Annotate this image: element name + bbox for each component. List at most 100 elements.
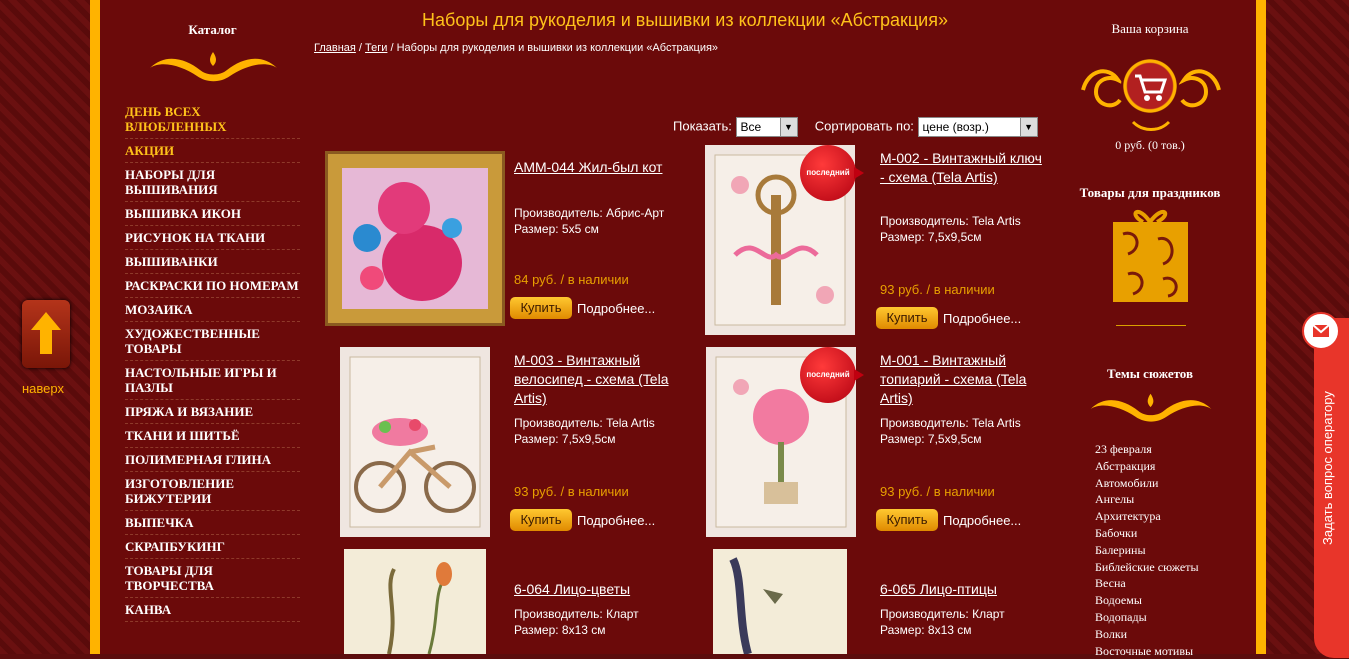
topic-item[interactable]: Весна	[1095, 575, 1199, 592]
birds-picture-icon	[729, 557, 783, 656]
topic-item[interactable]: Водопады	[1095, 609, 1199, 626]
topic-item[interactable]: Балерины	[1095, 542, 1199, 559]
sort-label: Сортировать по:	[814, 118, 914, 134]
topic-item[interactable]: Архитектура	[1095, 508, 1199, 525]
more-link[interactable]: Подробнее...	[943, 513, 1021, 528]
product-title[interactable]: M-003 - Винтажный велосипед - схема (Tel…	[514, 351, 679, 408]
product-price: 93 руб. / в наличии	[880, 484, 995, 499]
more-link[interactable]: Подробнее...	[943, 311, 1021, 326]
topics-title: Темы сюжетов	[1106, 366, 1194, 381]
product-title[interactable]: 6-064 Лицо-цветы	[514, 580, 679, 599]
gift-ornament-icon[interactable]	[1113, 204, 1188, 302]
more-link[interactable]: Подробнее...	[577, 301, 655, 316]
catalog-item[interactable]: НАСТОЛЬНЫЕ ИГРЫ И ПАЗЛЫ	[125, 361, 300, 400]
product-title[interactable]: M-001 - Винтажный топиарий - схема (Tela…	[880, 351, 1045, 408]
breadcrumb: Главная / Теги / Наборы для рукоделия и …	[314, 42, 718, 54]
catalog-menu: ДЕНЬ ВСЕХ ВЛЮБЛЕННЫХ АКЦИИ НАБОРЫ ДЛЯ ВЫШИ…	[125, 100, 300, 622]
last-item-badge: последний	[800, 145, 864, 201]
product-size: Размер: 7,5х9,5см	[514, 432, 616, 446]
product-title[interactable]: M-002 - Винтажный ключ - схема (Tela Art…	[880, 149, 1045, 187]
breadcrumb-current: Наборы для рукоделия и вышивки из коллек…	[396, 42, 719, 54]
sort-select[interactable]: цене (возр.) ▼	[917, 117, 1038, 137]
topic-item[interactable]: Ангелы	[1095, 491, 1199, 508]
product-size: Размер: 7,5х9,5см	[880, 230, 982, 244]
catalog-item[interactable]: КАНВА	[125, 598, 300, 622]
ornament-icon	[1090, 393, 1212, 422]
product-info: Производитель: Tela Artis Размер: 7,5х9,…	[514, 415, 674, 447]
topic-item[interactable]: Водоемы	[1095, 592, 1199, 609]
topic-item[interactable]: Абстракция	[1095, 458, 1199, 475]
chevron-down-icon: ▼	[1019, 118, 1037, 136]
product-price: 84 руб. / в наличии	[514, 272, 629, 287]
holiday-title: Товары для праздников	[1079, 185, 1221, 200]
product-info: Производитель: Абрис-Арт Размер: 5х5 см	[514, 205, 674, 237]
product-info: Производитель: Tela Artis Размер: 7,5х9,…	[880, 213, 1040, 245]
last-item-badge: последний	[800, 347, 864, 403]
catalog-item[interactable]: ДЕНЬ ВСЕХ ВЛЮБЛЕННЫХ	[125, 100, 300, 139]
topic-item[interactable]: Восточные мотивы	[1095, 643, 1199, 659]
catalog-item[interactable]: НАБОРЫ ДЛЯ ВЫШИВАНИЯ	[125, 163, 300, 202]
catalog-item[interactable]: АКЦИИ	[125, 139, 300, 163]
topic-item[interactable]: Библейские сюжеты	[1095, 559, 1199, 576]
catalog-item[interactable]: ТОВАРЫ ДЛЯ ТВОРЧЕСТВА	[125, 559, 300, 598]
scroll-up-button[interactable]	[22, 300, 70, 368]
topic-item[interactable]: Автомобили	[1095, 475, 1199, 492]
catalog-item[interactable]: РИСУНОК НА ТКАНИ	[125, 226, 300, 250]
product-maker: Производитель: Tela Artis	[880, 416, 1021, 430]
catalog-item[interactable]: ВЫПЕЧКА	[125, 511, 300, 535]
product-size: Размер: 7,5х9,5см	[880, 432, 982, 446]
catalog-item[interactable]: ПОЛИМЕРНАЯ ГЛИНА	[125, 448, 300, 472]
cart-summary[interactable]: 0 руб. (0 тов.)	[1075, 138, 1225, 153]
breadcrumb-tags[interactable]: Теги	[365, 42, 387, 54]
scroll-up-label[interactable]: наверх	[22, 381, 64, 396]
cart-title: Ваша корзина	[1111, 21, 1189, 36]
page-title: Наборы для рукоделия и вышивки из коллек…	[422, 10, 948, 30]
buy-button[interactable]: Купить	[876, 509, 938, 531]
catalog-item[interactable]: МОЗАИКА	[125, 298, 300, 322]
show-select[interactable]: Все ▼	[735, 117, 798, 137]
product-size: Размер: 8х13 см	[880, 623, 972, 637]
topic-item[interactable]: 23 февраля	[1095, 441, 1199, 458]
divider	[1116, 325, 1186, 326]
cart-button[interactable]	[1121, 57, 1179, 115]
breadcrumb-home[interactable]: Главная	[314, 42, 356, 54]
catalog-item[interactable]: ВЫШИВКА ИКОН	[125, 202, 300, 226]
shopping-cart-icon	[1135, 74, 1168, 101]
product-image[interactable]	[344, 549, 486, 655]
product-maker: Производитель: Tela Artis	[880, 214, 1021, 228]
product-maker: Производитель: Tela Artis	[514, 416, 655, 430]
show-value: Все	[740, 120, 762, 134]
product-maker: Производитель: Кларт	[514, 607, 639, 621]
up-arrow-icon	[31, 312, 61, 354]
ask-operator-label[interactable]: Задать вопрос оператору	[1320, 391, 1335, 545]
buy-button[interactable]: Купить	[510, 509, 572, 531]
product-maker: Производитель: Абрис-Арт	[514, 206, 665, 220]
mail-icon[interactable]	[1302, 312, 1340, 350]
buy-button[interactable]: Купить	[510, 297, 572, 319]
topic-item[interactable]: Волки	[1095, 626, 1199, 643]
catalog-item[interactable]: РАСКРАСКИ ПО НОМЕРАМ	[125, 274, 300, 298]
topic-item[interactable]: Бабочки	[1095, 525, 1199, 542]
product-size: Размер: 5х5 см	[514, 222, 599, 236]
buy-button[interactable]: Купить	[876, 307, 938, 329]
catalog-item[interactable]: ТКАНИ И ШИТЬЁ	[125, 424, 300, 448]
catalog-title: Каталог	[188, 22, 237, 37]
more-link[interactable]: Подробнее...	[577, 513, 655, 528]
chevron-down-icon: ▼	[779, 118, 797, 136]
product-image[interactable]	[713, 549, 847, 656]
catalog-item[interactable]: ВЫШИВАНКИ	[125, 250, 300, 274]
catalog-item[interactable]: СКРАПБУКИНГ	[125, 535, 300, 559]
product-size: Размер: 8х13 см	[514, 623, 606, 637]
product-image[interactable]	[325, 151, 505, 326]
catalog-item[interactable]: ИЗГОТОВЛЕНИЕ БИЖУТЕРИИ	[125, 472, 300, 511]
catalog-item[interactable]: ПРЯЖА И ВЯЗАНИЕ	[125, 400, 300, 424]
product-maker: Производитель: Кларт	[880, 607, 1005, 621]
product-title[interactable]: АММ-044 Жил-был кот	[514, 158, 679, 177]
product-info: Производитель: Кларт Размер: 8х13 см	[514, 606, 674, 638]
product-price: 93 руб. / в наличии	[880, 282, 995, 297]
product-image[interactable]	[340, 347, 490, 537]
catalog-item[interactable]: ХУДОЖЕСТВЕННЫЕ ТОВАРЫ	[125, 322, 300, 361]
topics-list: 23 февраля Абстракция Автомобили Ангелы Архи…	[1095, 441, 1199, 659]
product-title[interactable]: 6-065 Лицо-птицы	[880, 580, 1045, 599]
ornament-icon	[150, 52, 277, 82]
